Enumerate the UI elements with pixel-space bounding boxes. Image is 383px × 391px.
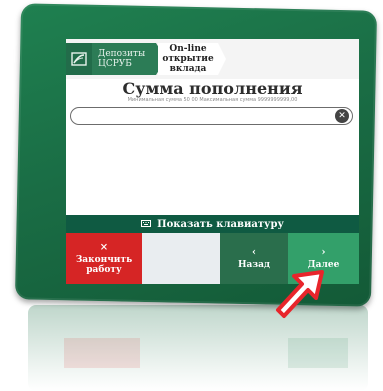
show-keyboard-label: Показать клавиатуру	[157, 218, 284, 230]
breadcrumb-online-line1: On-line	[169, 44, 207, 54]
amount-limits-hint: Минимальная сумма 50 00 Максимальная сум…	[127, 97, 298, 103]
chevron-right-icon: ›	[321, 247, 326, 258]
keyboard-icon	[141, 219, 152, 229]
finish-label-line1: Закончить	[75, 255, 133, 265]
bank-logo-icon	[66, 43, 92, 75]
finish-label-line2: работу	[86, 265, 122, 275]
header-bar: Депозиты ЦСРУБ On-line открытие вклада	[66, 39, 359, 79]
reflection-next	[288, 338, 348, 368]
reflection-finish	[64, 338, 140, 368]
finish-session-button[interactable]: × Закончить работу	[66, 233, 142, 284]
amount-input[interactable]	[70, 107, 353, 125]
breadcrumb-deposits-line1: Депозиты	[98, 49, 146, 59]
breadcrumb-online-opening: On-line открытие вклада	[158, 43, 226, 75]
breadcrumb-deposits-line2: ЦСРУБ	[98, 59, 132, 69]
page-title: Сумма пополнения	[122, 79, 303, 98]
back-label: Назад	[238, 260, 270, 270]
terminal-screen: Депозиты ЦСРУБ On-line открытие вклада С…	[66, 39, 359, 284]
close-icon: ×	[99, 242, 109, 253]
clear-input-button[interactable]: ✕	[335, 109, 349, 123]
breadcrumb-online-line3: вклада	[169, 64, 207, 74]
breadcrumb-deposits[interactable]: Депозиты ЦСРУБ	[92, 43, 166, 75]
show-keyboard-button[interactable]: Показать клавиатуру	[66, 215, 359, 233]
close-icon: ✕	[338, 111, 346, 121]
breadcrumb-online-line2: открытие	[162, 54, 214, 64]
chevron-left-icon: ‹	[252, 247, 256, 258]
empty-button-slot	[142, 233, 220, 284]
pointer-arrow-icon	[272, 268, 338, 328]
